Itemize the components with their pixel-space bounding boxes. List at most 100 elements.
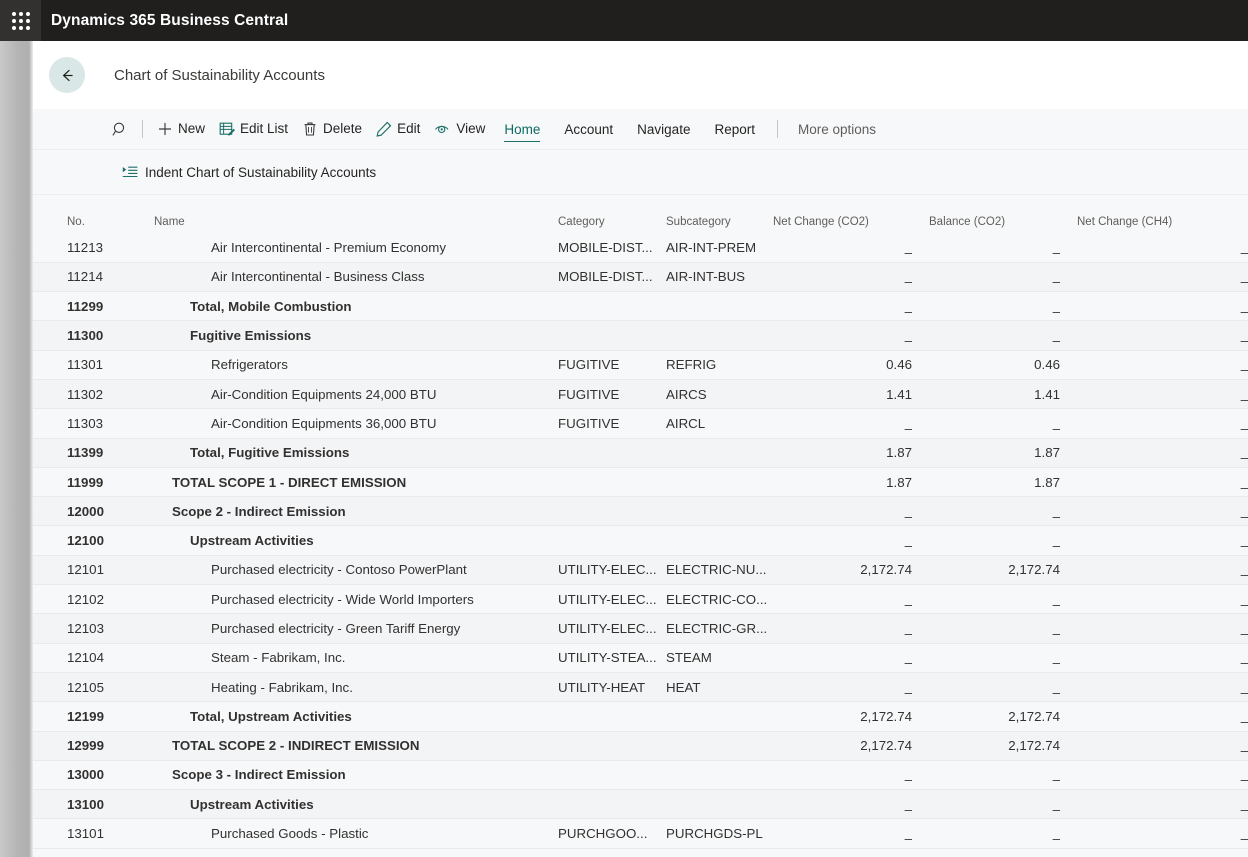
cell-subcategory: PURCHGDS-PL [666,819,773,848]
app-launcher-grid-icon[interactable] [0,0,41,41]
table-row[interactable]: 12000Scope 2 - Indirect Emission––– [33,497,1248,526]
back-arrow-icon [58,66,77,85]
cell-no: 11214 [33,262,154,291]
cell-no: 11300 [33,321,154,350]
cell-net-change-co2: 1.41 [773,379,929,408]
cell-net-change-ch4: – [1077,790,1248,819]
cell-net-change-ch4: – [1077,321,1248,350]
cell-no: 12000 [33,497,154,526]
cell-balance-co2: 2,172.74 [929,555,1077,584]
table-row[interactable]: 11214Air Intercontinental - Business Cla… [33,262,1248,291]
table-row[interactable]: 12102Purchased electricity - Wide World … [33,585,1248,614]
table-row[interactable]: 11299Total, Mobile Combustion––– [33,292,1248,321]
cell-no: 11213 [33,233,154,262]
table-row[interactable]: 13000Scope 3 - Indirect Emission––– [33,760,1248,789]
cell-name: Total, Mobile Combustion [154,292,558,321]
cell-net-change-ch4: – [1077,526,1248,555]
empty-value-dash: – [1053,597,1060,612]
indent-chart-button[interactable]: Indent Chart of Sustainability Accounts [115,160,383,185]
cell-name: Air Intercontinental - Business Class [154,262,558,291]
cell-net-change-co2: – [773,614,929,643]
cell-category [558,526,666,555]
empty-value-dash: – [905,274,912,289]
cell-net-change-ch4: – [1077,614,1248,643]
tab-account[interactable]: Account [556,114,621,144]
edit-list-button-label: Edit List [240,122,288,136]
new-button[interactable]: New [150,114,212,144]
empty-value-dash: – [905,685,912,700]
table-row[interactable]: 12999TOTAL SCOPE 2 - INDIRECT EMISSION2,… [33,731,1248,760]
col-header-name[interactable]: Name [154,195,558,233]
cell-net-change-co2: 2,172.74 [773,555,929,584]
cell-name: Heating - Fabrikam, Inc. [154,672,558,701]
accounts-table-container: No. Name Category Subcategory Net Change… [33,195,1248,857]
edit-button[interactable]: Edit [369,114,427,144]
empty-value-dash: – [1053,802,1060,817]
cell-subcategory: HEAT [666,672,773,701]
back-button[interactable] [49,57,85,93]
empty-value-dash: – [1053,772,1060,787]
table-row[interactable]: 11300Fugitive Emissions––– [33,321,1248,350]
eye-icon [434,121,451,138]
table-row[interactable]: 12103Purchased electricity - Green Tarif… [33,614,1248,643]
app-top-bar: Dynamics 365 Business Central [0,0,1248,41]
table-row[interactable]: 11301RefrigeratorsFUGITIVEREFRIG0.460.46… [33,350,1248,379]
search-button[interactable] [106,114,135,144]
table-row[interactable]: 11303Air-Condition Equipments 36,000 BTU… [33,409,1248,438]
empty-value-dash: – [1241,509,1248,524]
tab-navigate[interactable]: Navigate [629,114,698,144]
col-header-net-change-ch4[interactable]: Net Change (CH4) [1077,195,1248,233]
view-button[interactable]: View [427,114,492,144]
table-row[interactable]: 11213Air Intercontinental - Premium Econ… [33,233,1248,262]
col-header-balance-co2[interactable]: Balance (CO2) [929,195,1077,233]
delete-button[interactable]: Delete [295,114,369,144]
table-row[interactable]: 12101Purchased electricity - Contoso Pow… [33,555,1248,584]
more-options-button[interactable]: More options [790,118,884,141]
empty-value-dash: – [1241,538,1248,553]
empty-value-dash: – [1241,304,1248,319]
cell-net-change-ch4: – [1077,262,1248,291]
table-row[interactable]: 11999TOTAL SCOPE 1 - DIRECT EMISSION1.87… [33,467,1248,496]
cell-net-change-ch4: – [1077,379,1248,408]
empty-value-dash: – [1053,626,1060,641]
table-row[interactable]: 12104Steam - Fabrikam, Inc.UTILITY-STEA.… [33,643,1248,672]
empty-value-dash: – [1241,714,1248,729]
col-header-no[interactable]: No. [33,195,154,233]
table-row[interactable]: 12199Total, Upstream Activities2,172.742… [33,702,1248,731]
cell-balance-co2: 2,172.74 [929,702,1077,731]
edit-list-button[interactable]: Edit List [212,114,295,144]
empty-value-dash: – [905,802,912,817]
table-row[interactable]: 12100Upstream Activities––– [33,526,1248,555]
table-row[interactable]: 12105Heating - Fabrikam, Inc.UTILITY-HEA… [33,672,1248,701]
table-row[interactable]: 13101Purchased Goods - PlasticPURCHGOO..… [33,819,1248,848]
cell-name: Purchased electricity - Wide World Impor… [154,585,558,614]
cell-subcategory: ELECTRIC-NU... [666,555,773,584]
col-header-subcategory[interactable]: Subcategory [666,195,773,233]
cell-name: Total, Fugitive Emissions [154,438,558,467]
command-bar: New Edit List Delete Edit View [33,109,1248,150]
col-header-net-change-co2[interactable]: Net Change (CO2) [773,195,929,233]
cell-net-change-co2: – [773,233,929,262]
tab-home[interactable]: Home [496,114,548,144]
table-row[interactable]: 11399Total, Fugitive Emissions1.871.87– [33,438,1248,467]
toolbar-divider [142,120,143,138]
tab-report[interactable]: Report [706,114,763,144]
page-title: Chart of Sustainability Accounts [114,67,325,84]
empty-value-dash: – [905,831,912,846]
left-edge-shadow [0,41,33,857]
table-body: 11213Air Intercontinental - Premium Econ… [33,233,1248,848]
tab-account-label: Account [564,122,613,137]
col-header-category[interactable]: Category [558,195,666,233]
cell-net-change-co2: 0.46 [773,350,929,379]
cell-net-change-ch4: – [1077,819,1248,848]
empty-value-dash: – [1241,597,1248,612]
cell-no: 12103 [33,614,154,643]
table-row[interactable]: 13100Upstream Activities––– [33,790,1248,819]
cell-subcategory [666,438,773,467]
cell-subcategory [666,526,773,555]
cell-name: TOTAL SCOPE 1 - DIRECT EMISSION [154,467,558,496]
cell-category: PURCHGOO... [558,819,666,848]
empty-value-dash: – [1241,802,1248,817]
table-row[interactable]: 11302Air-Condition Equipments 24,000 BTU… [33,379,1248,408]
cell-no: 11302 [33,379,154,408]
